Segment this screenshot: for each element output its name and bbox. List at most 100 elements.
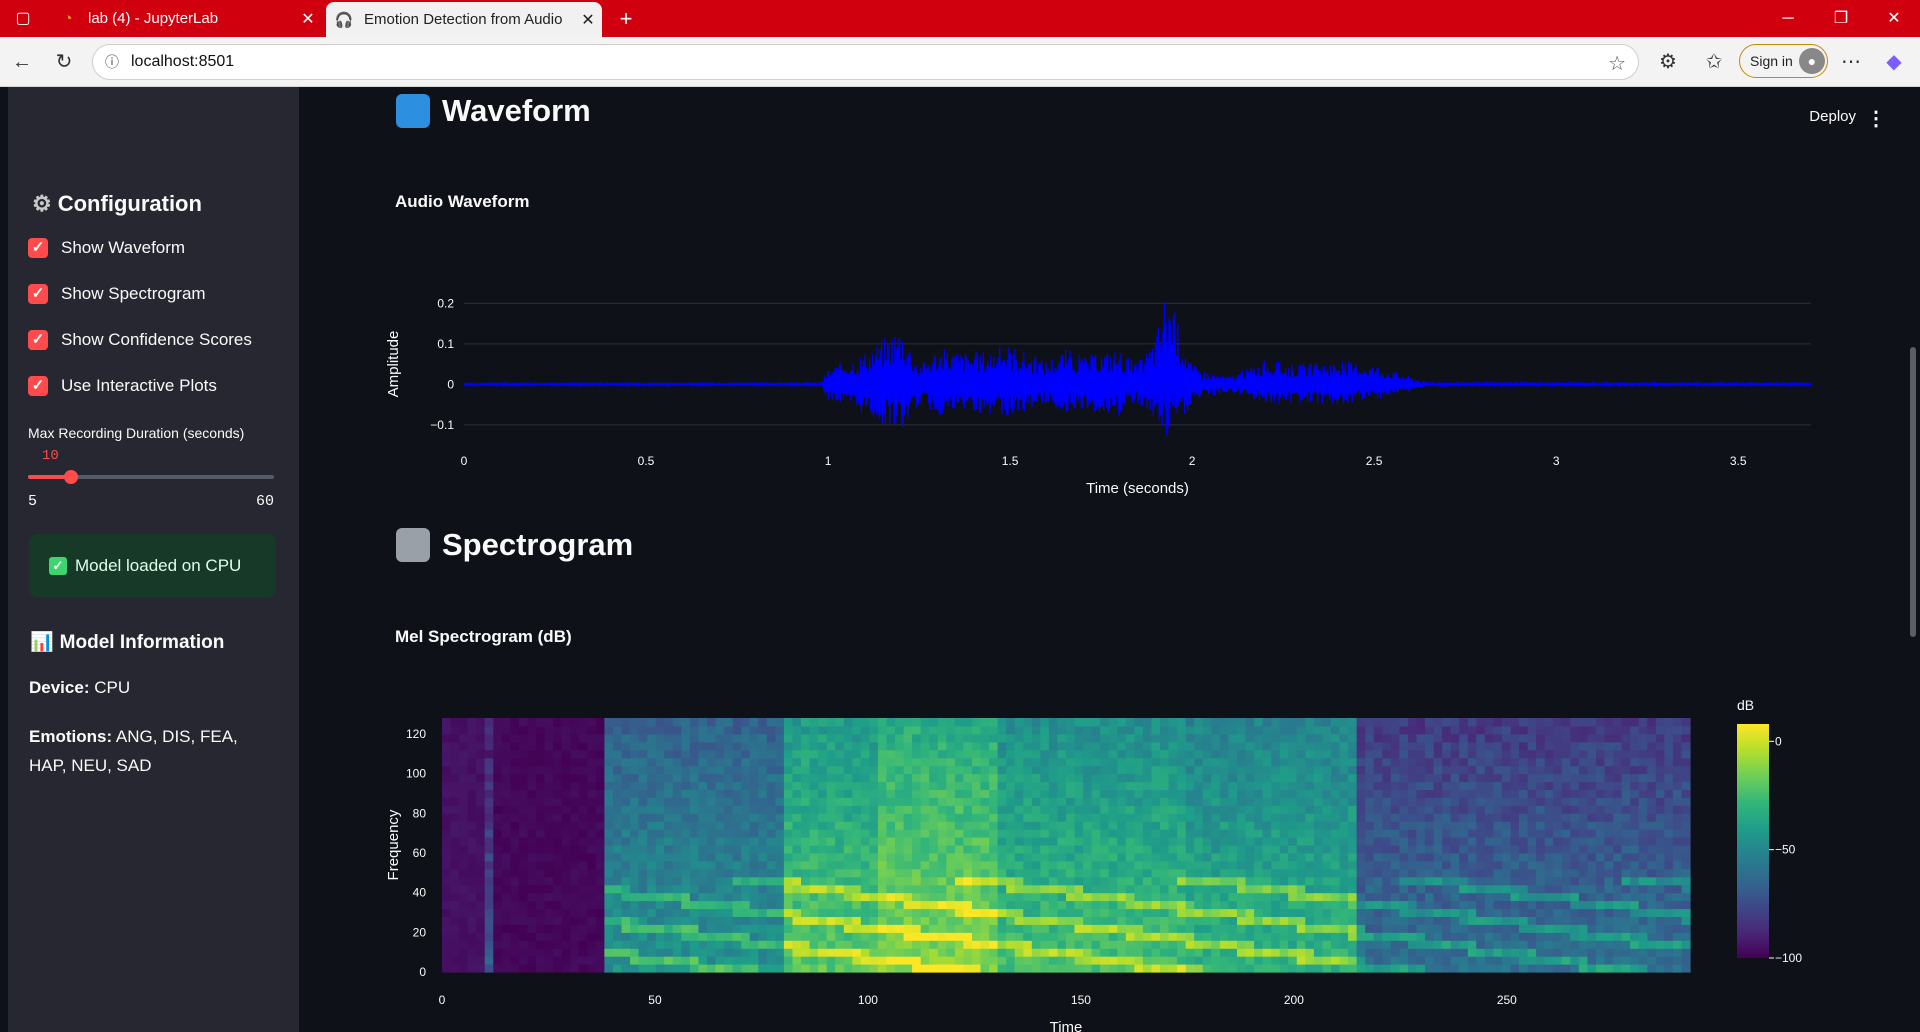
heatmap-cell xyxy=(1271,757,1281,767)
heatmap-cell xyxy=(1014,956,1024,965)
duration-slider[interactable] xyxy=(28,470,274,484)
heatmap-cell xyxy=(664,797,674,806)
close-icon[interactable]: ✕ xyxy=(294,9,322,29)
waveform-chart[interactable]: −0.100.10.20 0.5 1 1.5 2 2.5 3 3.5Time (seconds… xyxy=(379,267,1879,497)
maximize-button[interactable]: ❐ xyxy=(1815,0,1867,37)
heatmap-cell xyxy=(510,837,520,846)
heatmap-cell xyxy=(1638,821,1648,830)
spectrogram-chart[interactable]: 0204060801001200 50 100 150 200 250TimeFreque… xyxy=(379,672,1899,1032)
heatmap-cell xyxy=(664,813,674,822)
back-button[interactable]: ← xyxy=(6,46,38,78)
heatmap-cell xyxy=(1125,900,1135,910)
heatmap-cell xyxy=(1066,956,1076,965)
heatmap-cell xyxy=(578,725,588,735)
heatmap-cell xyxy=(826,813,836,822)
heatmap-cell xyxy=(1160,908,1170,917)
show-confidence-checkbox[interactable]: ✓ Show Confidence Scores xyxy=(28,330,252,350)
heatmap-cell xyxy=(766,829,776,838)
reload-button[interactable]: ↻ xyxy=(48,46,80,78)
heatmap-cell xyxy=(655,789,665,798)
show-spectrogram-checkbox[interactable]: ✓ Show Spectrogram xyxy=(28,284,206,304)
heatmap-cell xyxy=(553,733,563,743)
heatmap-cell xyxy=(1570,964,1580,973)
heatmap-cell xyxy=(613,718,623,727)
heatmap-cell xyxy=(1083,908,1093,917)
new-tab-button[interactable]: + xyxy=(608,0,644,37)
heatmap-cell xyxy=(1125,813,1135,822)
tab-emotion-detection[interactable]: 🎧 Emotion Detection from Audio ✕ xyxy=(326,2,602,37)
heatmap-cell xyxy=(1604,781,1614,790)
heatmap-cell xyxy=(1083,852,1093,862)
heatmap-cell xyxy=(655,741,665,751)
heatmap-cell xyxy=(1655,741,1665,751)
heatmap-cell xyxy=(1433,773,1443,783)
heatmap-cell xyxy=(613,789,623,798)
heatmap-cell xyxy=(920,773,930,783)
close-window-button[interactable]: ✕ xyxy=(1868,0,1920,37)
heatmap-cell xyxy=(818,964,828,973)
tab-jupyterlab[interactable]: ◔ lab (4) - JupyterLab ✕ xyxy=(50,0,322,37)
extensions-icon[interactable]: ⚙ xyxy=(1652,46,1684,78)
heatmap-cell xyxy=(698,733,708,743)
heatmap-cell xyxy=(903,749,913,759)
heatmap-cell xyxy=(1442,733,1452,743)
scrollbar[interactable] xyxy=(1910,347,1916,637)
heatmap-cell xyxy=(595,900,605,910)
heatmap-cell xyxy=(895,725,905,735)
heatmap-cell xyxy=(647,884,657,894)
heatmap-cell xyxy=(459,916,469,925)
heatmap-cell xyxy=(1305,829,1315,838)
heatmap-cell xyxy=(749,964,759,973)
heatmap-cell xyxy=(1390,908,1400,917)
heatmap-cell xyxy=(518,733,528,743)
heatmap-cell xyxy=(954,924,964,933)
heatmap-cell xyxy=(578,908,588,917)
copilot-icon[interactable]: ◆ xyxy=(1878,46,1910,78)
heatmap-cell xyxy=(1305,725,1315,735)
favorites-icon[interactable]: ✩ xyxy=(1698,46,1730,78)
heatmap-cell xyxy=(1057,924,1067,933)
heatmap-cell xyxy=(929,718,939,727)
heatmap-cell xyxy=(1664,765,1674,775)
main-menu-icon[interactable]: ⋮ xyxy=(1866,106,1886,131)
heatmap-cell xyxy=(1245,733,1255,743)
heatmap-cell xyxy=(877,956,887,965)
heatmap-cell xyxy=(1074,773,1084,783)
deploy-button[interactable]: Deploy xyxy=(1809,108,1856,125)
show-waveform-checkbox[interactable]: ✓ Show Waveform xyxy=(28,238,185,258)
address-bar[interactable]: ⓘ localhost:8501 ☆ xyxy=(92,44,1639,80)
tab-actions-icon[interactable]: ▢ xyxy=(0,0,46,37)
heatmap-cell xyxy=(1339,773,1349,783)
heatmap-cell xyxy=(1331,884,1341,894)
heatmap-cell xyxy=(1228,718,1238,727)
close-icon[interactable]: ✕ xyxy=(574,10,602,30)
headphones-icon: 🎧 xyxy=(334,11,354,29)
heatmap-cell xyxy=(1031,725,1041,735)
heatmap-cell xyxy=(1331,765,1341,775)
heatmap-cell xyxy=(1048,916,1058,925)
slider-thumb[interactable] xyxy=(64,470,78,484)
heatmap-cell xyxy=(484,757,494,767)
heatmap-cell xyxy=(1390,884,1400,894)
minimize-button[interactable]: ─ xyxy=(1762,0,1814,37)
heatmap-cell xyxy=(638,868,648,878)
heatmap-cell xyxy=(1442,829,1452,838)
favorite-star-icon[interactable]: ☆ xyxy=(1608,51,1626,76)
interactive-plots-checkbox[interactable]: ✓ Use Interactive Plots xyxy=(28,376,217,396)
heatmap-cell xyxy=(1561,964,1571,973)
heatmap-cell xyxy=(1177,964,1187,973)
heatmap-cell xyxy=(1459,900,1469,910)
heatmap-cell xyxy=(1066,948,1076,957)
heatmap-cell xyxy=(1450,868,1460,878)
heatmap-cell xyxy=(1202,837,1212,846)
heatmap-cell xyxy=(1194,956,1204,965)
heatmap-cell xyxy=(527,845,537,854)
heatmap-cell xyxy=(1613,733,1623,743)
sign-in-button[interactable]: Sign in ● xyxy=(1739,44,1828,78)
heatmap-cell xyxy=(1664,845,1674,854)
site-info-icon[interactable]: ⓘ xyxy=(93,52,131,72)
more-menu-icon[interactable]: ⋯ xyxy=(1835,46,1867,78)
heatmap-cell xyxy=(809,924,819,933)
heatmap-cell xyxy=(1672,956,1682,965)
heatmap-cell xyxy=(826,829,836,838)
